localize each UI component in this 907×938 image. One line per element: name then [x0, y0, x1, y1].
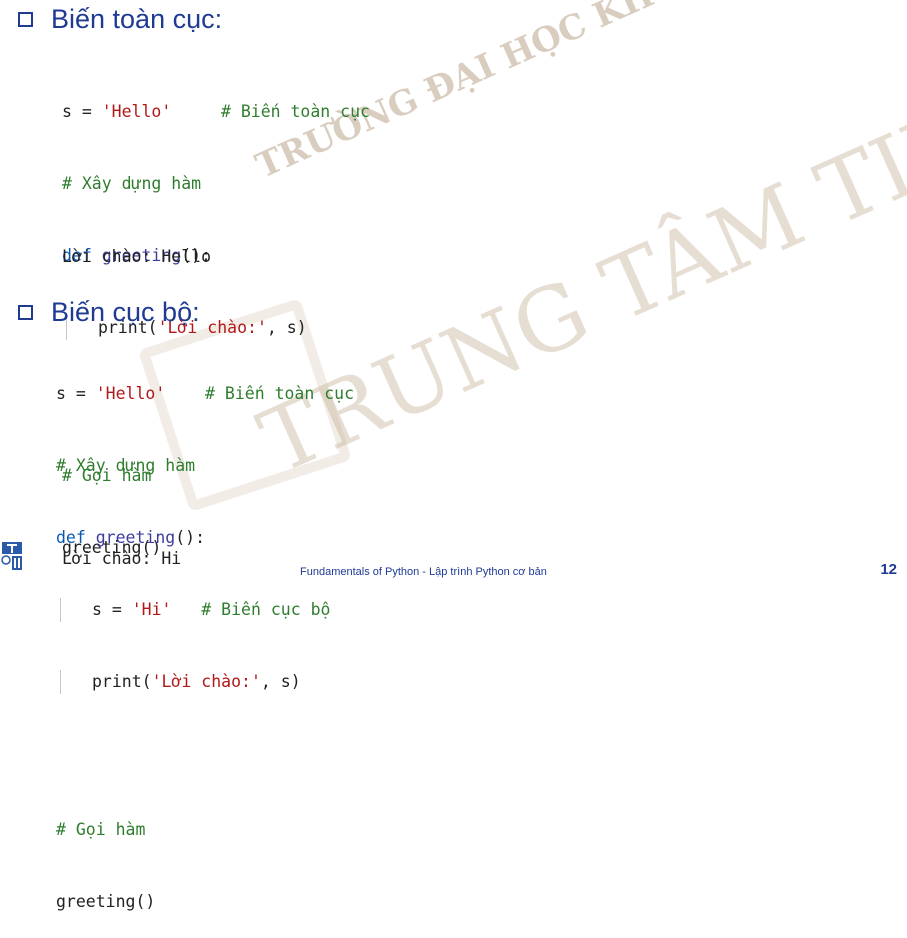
- section2-output: Lời chào: Hi: [62, 549, 182, 568]
- code-line: # Xây dựng hàm: [56, 456, 196, 475]
- code-line: def greeting():: [56, 528, 206, 547]
- section1-title: Biến toàn cục:: [51, 4, 223, 34]
- section1-output: Lời chào: Hello: [62, 247, 212, 266]
- code-line: s = 'Hello' # Biến toàn cục: [56, 384, 355, 403]
- university-logo-icon: [1, 542, 22, 570]
- page-number: 12: [880, 561, 897, 578]
- section2-code-block: s = 'Hello' # Biến toàn cục # Xây dựng h…: [56, 334, 354, 938]
- section2-title: Biến cục bộ:: [51, 297, 200, 327]
- checkbox-bullet-icon: [18, 305, 33, 320]
- checkbox-bullet-icon: [18, 12, 33, 27]
- code-line: s = 'Hi' # Biến cục bộ: [56, 598, 354, 622]
- code-line: # Gọi hàm: [56, 820, 146, 839]
- footer-text: Fundamentals of Python - Lập trình Pytho…: [300, 566, 547, 578]
- code-line: # Xây dựng hàm: [62, 174, 202, 193]
- code-line: s = 'Hello' # Biến toàn cục: [62, 102, 370, 121]
- section1-heading: Biến toàn cục:: [18, 4, 222, 35]
- code-line: greeting(): [56, 892, 156, 911]
- code-line: print('Lời chào:', s): [56, 670, 354, 694]
- section2-heading: Biến cục bộ:: [18, 297, 200, 328]
